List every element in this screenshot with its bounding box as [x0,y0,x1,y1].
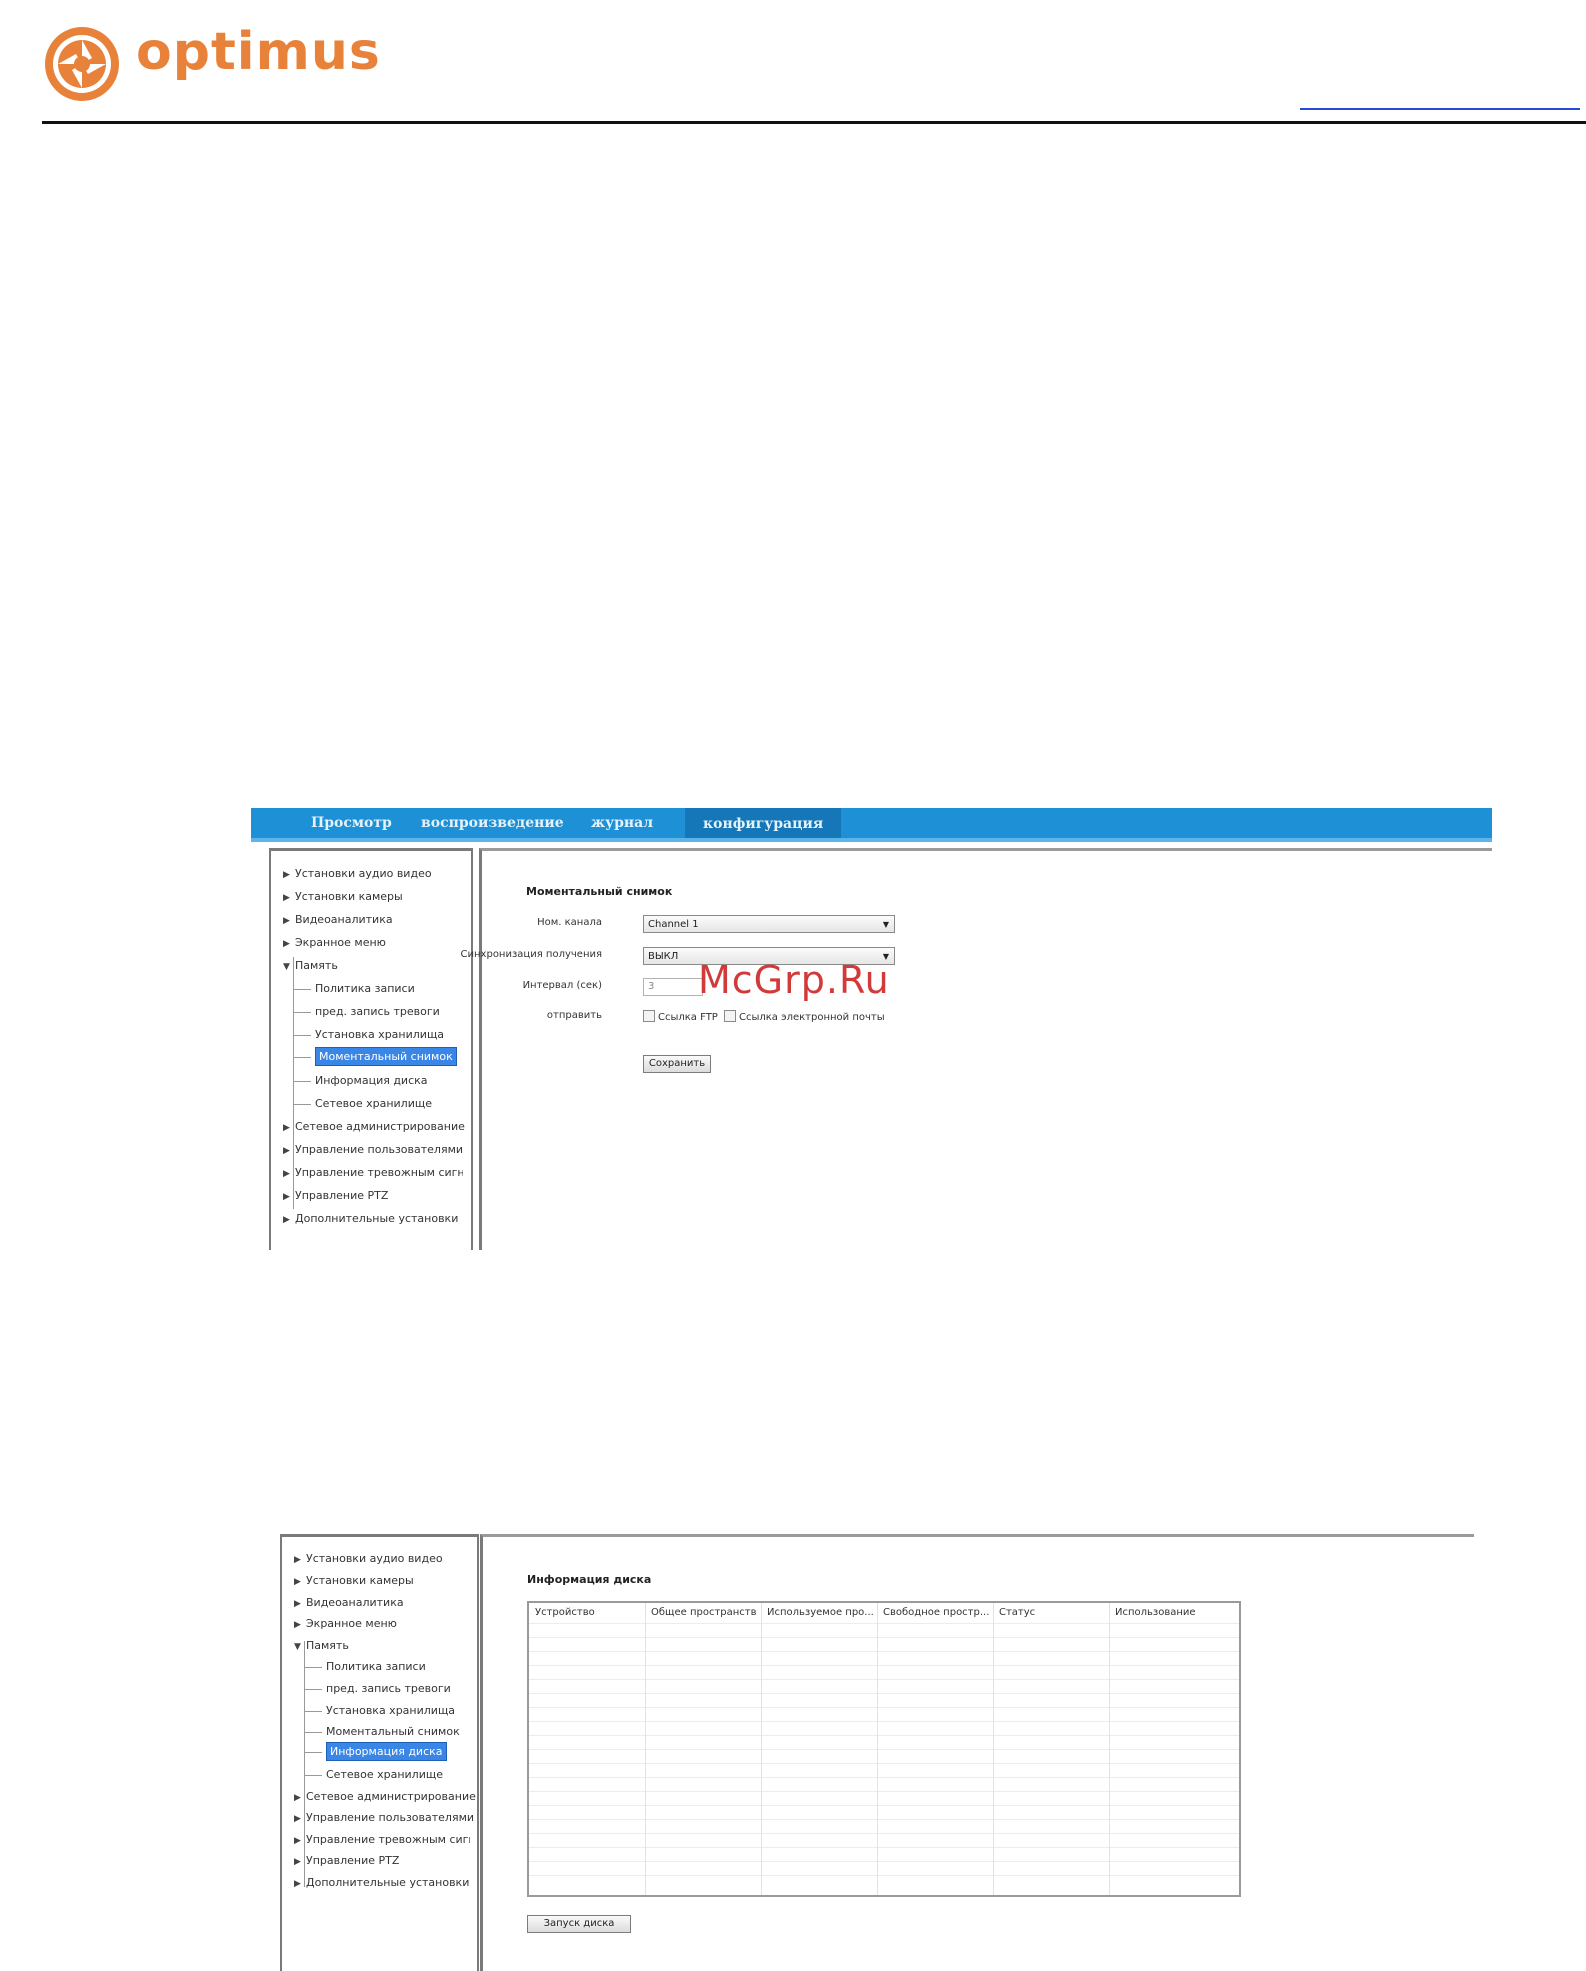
tree-subitem[interactable]: Сетевое хранилище [293,1097,432,1110]
channel-select[interactable]: Channel 1 ▼ [643,915,895,933]
chevron-right-icon: ▶ [294,1620,301,1630]
chevron-right-icon: ▶ [294,1879,301,1889]
tree-subitem[interactable]: Установка хранилища [304,1704,455,1717]
tree-subitem[interactable]: Установка хранилища [293,1028,444,1041]
disk-table: Устройство Общее пространство Используем… [527,1601,1241,1897]
tree-subitem[interactable]: Информация диска [293,1074,428,1087]
chevron-right-icon: ▶ [294,1793,301,1803]
channel-label: Ном. канала [537,917,602,928]
disk-info-pane: Информация диска Устройство Общее простр… [480,1534,1474,1971]
settings-tree: ▶ Установки аудио видео ▶ Установки камеры… [269,848,473,1250]
tab-view[interactable]: Просмотр [311,813,392,835]
chevron-right-icon: ▶ [283,870,290,880]
tree-item[interactable]: ▶ Экранное меню [283,936,386,949]
interval-label: Интервал (сек) [522,980,602,991]
header-link[interactable] [1300,108,1580,110]
email-checkbox[interactable]: Ссылка электронной почты [724,1010,885,1023]
tree-item[interactable]: ▶Управление тревожным сигналом [294,1833,470,1846]
column-header[interactable]: Использование [1115,1607,1235,1618]
column-header[interactable]: Статус [999,1607,1105,1618]
settings-tree: ▶ Установки аудио видео ▶ Установки камеры… [280,1534,479,1971]
tree-item[interactable]: ▶ Управление PTZ [283,1189,388,1202]
tab-log[interactable]: журнал [591,813,653,835]
chevron-right-icon: ▶ [294,1555,301,1565]
sync-label: Синхронизация получения [460,949,602,960]
tab-playback[interactable]: воспроизведение [421,813,564,835]
disk-info-screenshot: ▶ Установки аудио видео ▶ Установки камеры… [278,1532,1474,1971]
chevron-right-icon: ▶ [294,1857,301,1867]
chevron-down-icon: ▼ [283,962,290,972]
tree-item[interactable]: ▶ Установки аудио видео [294,1552,443,1565]
column-header[interactable]: Устройство [535,1607,641,1618]
checkbox-icon [643,1010,655,1022]
tree-item[interactable]: ▶ Сетевое администрирование [283,1120,465,1133]
chevron-down-icon: ▼ [294,1642,301,1652]
chevron-right-icon: ▶ [294,1814,301,1824]
chevron-right-icon: ▶ [283,893,290,903]
ftp-checkbox[interactable]: Ссылка FTP [643,1010,718,1023]
start-disk-button[interactable]: Запуск диска [527,1915,631,1933]
tree-item[interactable]: ▶ Дополнительные установки [294,1876,469,1889]
tree-item-memory[interactable]: ▼ Память [283,959,338,972]
header-divider [42,121,1586,124]
chevron-right-icon: ▶ [283,916,290,926]
watermark: McGrp.Ru [698,958,890,1002]
tree-item[interactable]: ▶ Экранное меню [294,1617,397,1630]
form-title: Моментальный снимок [526,885,673,898]
tree-connector [304,1641,305,1887]
chevron-right-icon: ▶ [283,1146,290,1156]
tree-subitem[interactable]: Моментальный снимок [304,1725,460,1738]
snapshot-config-screenshot: Просмотр воспроизведение журнал конфигур… [251,808,1492,1250]
disk-info-title: Информация диска [527,1573,652,1586]
tree-item[interactable]: ▶ Управление пользователями [294,1811,474,1824]
chevron-right-icon: ▶ [283,1215,290,1225]
chevron-right-icon: ▶ [283,1192,290,1202]
chevron-right-icon: ▶ [283,1123,290,1133]
tree-subitem[interactable]: Политика записи [293,982,415,995]
tree-item[interactable]: ▶ Установки аудио видео [283,867,432,880]
brand-name: optimus [136,22,381,82]
tree-item[interactable]: ▶ Сетевое администрирование [294,1790,476,1803]
tree-item[interactable]: ▶Управление тревожным сигналом [283,1166,463,1179]
column-header[interactable]: Свободное простр... [883,1607,989,1618]
save-button[interactable]: Сохранить [643,1055,711,1073]
interval-input[interactable]: 3 [643,978,703,996]
tree-subitem[interactable]: Политика записи [304,1660,426,1673]
chevron-right-icon: ▶ [283,1169,290,1179]
chevron-right-icon: ▶ [294,1599,301,1609]
tree-item[interactable]: ▶ Установки камеры [283,890,403,903]
tree-subitem-snapshot[interactable]: Моментальный снимок [293,1047,457,1066]
config-pane: Моментальный снимок Ном. канала Channel … [461,848,1492,1250]
tree-item[interactable]: ▶ Управление PTZ [294,1854,399,1867]
chevron-right-icon: ▶ [294,1836,301,1846]
tree-subitem-disk-info[interactable]: Информация диска [304,1742,447,1761]
tree-subitem[interactable]: пред. запись тревоги [293,1005,440,1018]
tab-configuration[interactable]: конфигурация [685,808,842,838]
tree-item[interactable]: ▶ Видеоаналитика [294,1596,404,1609]
chevron-right-icon: ▶ [283,939,290,949]
send-label: отправить [546,1010,602,1021]
tree-item[interactable]: ▶ Установки камеры [294,1574,414,1587]
tree-item[interactable]: ▶ Управление пользователями [283,1143,463,1156]
tree-subitem[interactable]: пред. запись тревоги [304,1682,451,1695]
tree-item[interactable]: ▶ Дополнительные установки [283,1212,458,1225]
column-header[interactable]: Общее пространство [651,1607,757,1618]
chevron-right-icon: ▶ [294,1577,301,1587]
tree-item-memory[interactable]: ▼ Память [294,1639,349,1652]
checkbox-icon [724,1010,736,1022]
top-navbar: Просмотр воспроизведение журнал конфигур… [251,808,1492,842]
column-header[interactable]: Используемое про... [767,1607,873,1618]
optimus-logo-icon [45,27,119,101]
tree-item[interactable]: ▶ Видеоаналитика [283,913,393,926]
dropdown-arrow-icon: ▼ [882,920,889,929]
tree-subitem[interactable]: Сетевое хранилище [304,1768,443,1781]
